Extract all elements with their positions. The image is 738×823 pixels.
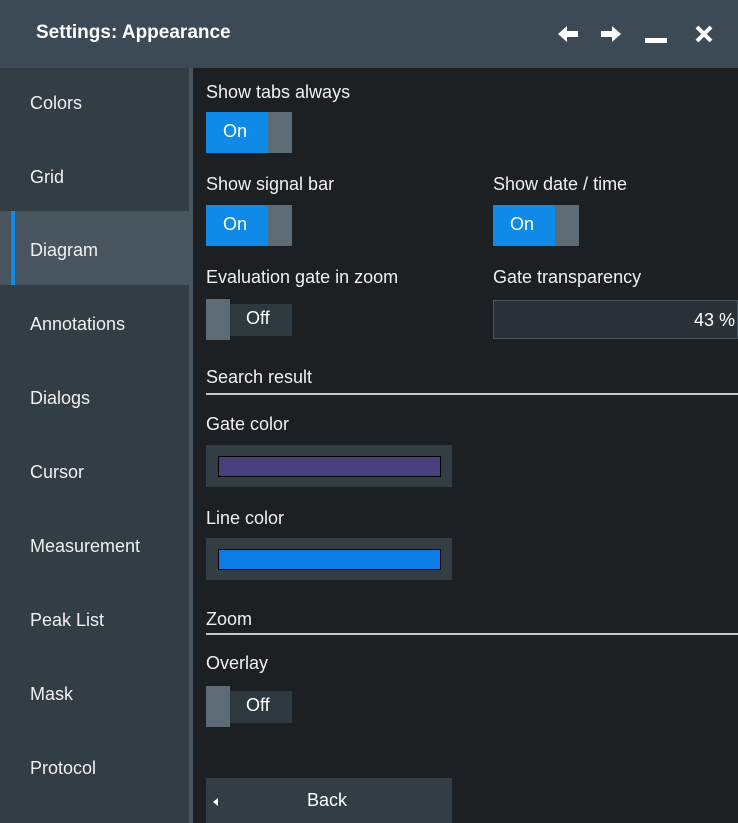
toggle-value: Off xyxy=(246,308,270,328)
window-title: Settings: Appearance xyxy=(36,22,231,43)
close-icon[interactable] xyxy=(689,18,719,50)
back-button-label: Back xyxy=(307,790,348,810)
sidebar-item-dialogs[interactable]: Dialogs xyxy=(0,359,189,433)
sidebar-item-mask[interactable]: Mask xyxy=(0,655,189,729)
toggle-knob xyxy=(268,112,292,153)
sidebar-item-label: Mask xyxy=(30,684,74,704)
sidebar-item-cursor[interactable]: Cursor xyxy=(0,433,189,507)
show-date-time-toggle[interactable]: On xyxy=(493,205,579,246)
show-date-time-label: Show date / time xyxy=(493,174,628,194)
sidebar-item-label: Colors xyxy=(30,93,83,113)
sidebar-item-label: Grid xyxy=(30,167,65,187)
sidebar-item-annotations[interactable]: Annotations xyxy=(0,285,189,359)
toggle-value: On xyxy=(223,121,248,141)
triangle-left-icon xyxy=(213,798,218,806)
sidebar-item-measurement[interactable]: Measurement xyxy=(0,507,189,581)
evaluation-gate-in-zoom-label: Evaluation gate in zoom xyxy=(206,267,399,287)
sidebar-item-peak-list[interactable]: Peak List xyxy=(0,581,189,655)
back-arrow-icon[interactable] xyxy=(553,18,583,50)
toggle-on-state: On xyxy=(206,205,268,246)
settings-panel: Show tabs always On Show signal bar On S… xyxy=(193,68,738,823)
search-result-heading: Search result xyxy=(206,367,313,387)
toggle-knob xyxy=(555,205,579,246)
toggle-value: On xyxy=(510,214,535,234)
sidebar-item-label: Measurement xyxy=(30,536,141,556)
toggle-off-state: Off xyxy=(230,691,292,723)
toggle-knob xyxy=(268,205,292,246)
show-tabs-always-label: Show tabs always xyxy=(206,82,351,102)
line-color-swatch xyxy=(218,549,441,570)
toggle-knob xyxy=(206,299,230,340)
gate-transparency-value: 43 % xyxy=(693,310,735,330)
section-divider xyxy=(206,393,738,395)
sidebar-item-label: Protocol xyxy=(30,758,97,778)
section-divider xyxy=(206,633,738,635)
show-signal-bar-label: Show signal bar xyxy=(206,174,335,194)
line-color-button[interactable] xyxy=(206,538,452,580)
overlay-toggle[interactable]: Off xyxy=(206,686,292,727)
gate-color-label: Gate color xyxy=(206,414,290,434)
sidebar-item-label: Dialogs xyxy=(30,388,91,408)
sidebar-item-protocol[interactable]: Protocol xyxy=(0,729,189,803)
overlay-label: Overlay xyxy=(206,653,269,673)
gate-color-button[interactable] xyxy=(206,445,452,487)
title-bar: Settings: Appearance xyxy=(0,0,738,68)
toggle-value: On xyxy=(223,214,248,234)
sidebar-item-colors[interactable]: Colors xyxy=(0,68,189,142)
sidebar-item-grid[interactable]: Grid xyxy=(0,142,189,216)
show-signal-bar-toggle[interactable]: On xyxy=(206,205,292,246)
sidebar-item-label: Annotations xyxy=(30,314,126,334)
gate-transparency-label: Gate transparency xyxy=(493,267,642,287)
show-tabs-always-toggle[interactable]: On xyxy=(206,112,292,153)
toggle-on-state: On xyxy=(206,112,268,153)
line-color-label: Line color xyxy=(206,508,285,528)
gate-color-swatch xyxy=(218,456,441,477)
back-button[interactable]: Back xyxy=(206,778,452,823)
sidebar: Colors Grid Diagram Annotations Dialogs … xyxy=(0,68,189,823)
sidebar-item-diagram[interactable]: Diagram xyxy=(0,211,189,285)
toggle-knob xyxy=(206,686,230,727)
zoom-heading: Zoom xyxy=(206,609,253,629)
sidebar-item-label: Diagram xyxy=(30,240,99,260)
sidebar-item-label: Cursor xyxy=(30,462,85,482)
toggle-on-state: On xyxy=(493,205,555,246)
forward-arrow-icon[interactable] xyxy=(596,18,626,50)
toggle-value: Off xyxy=(246,695,270,715)
sidebar-item-label: Peak List xyxy=(30,610,105,630)
toggle-off-state: Off xyxy=(230,304,292,336)
gate-transparency-input[interactable]: 43 % xyxy=(493,300,738,339)
minimize-icon[interactable] xyxy=(641,18,671,50)
evaluation-gate-in-zoom-toggle[interactable]: Off xyxy=(206,299,292,340)
